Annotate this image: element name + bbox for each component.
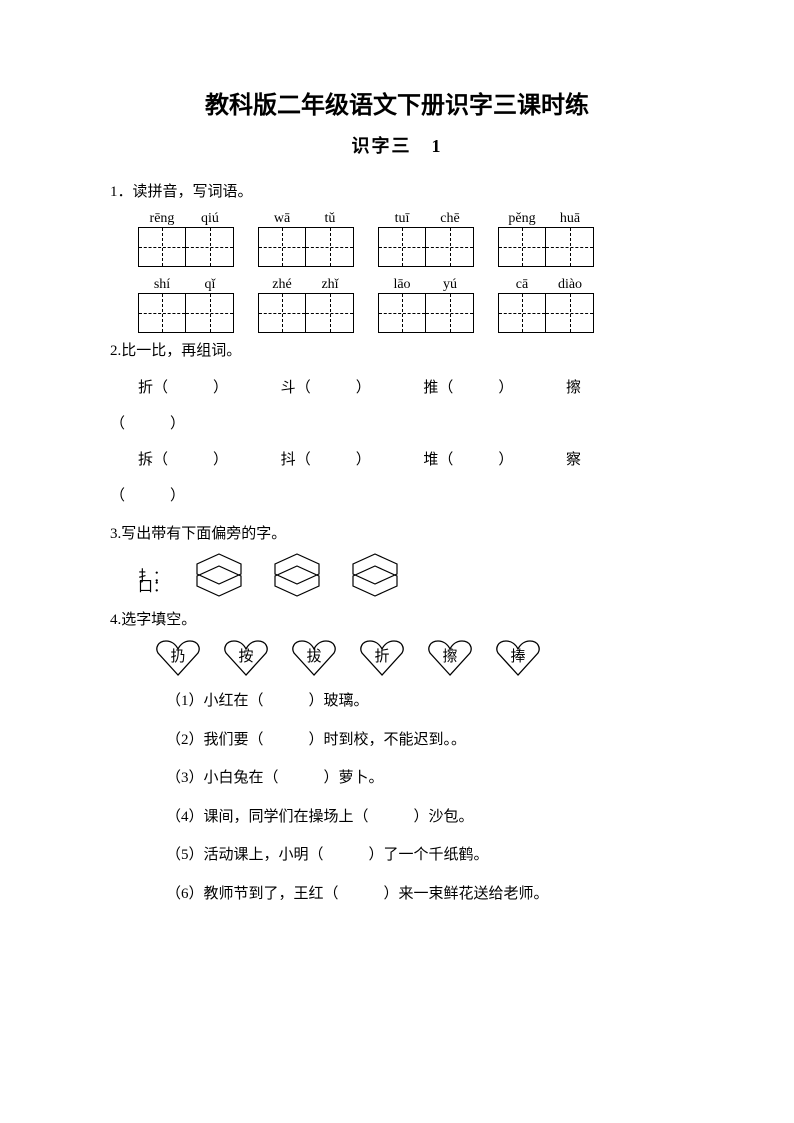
tianzi-box[interactable] xyxy=(258,293,306,333)
q4-item: （5）活动课上，小明（ ）了一个千纸鹤。 xyxy=(166,841,684,870)
tianzi-box[interactable] xyxy=(426,293,474,333)
choice-char: 拔 xyxy=(290,645,338,666)
choice-char: 捧 xyxy=(494,645,542,666)
tianzi-box[interactable] xyxy=(258,227,306,267)
cmp-char: 推 xyxy=(423,380,438,396)
cmp-char: 抖 xyxy=(281,452,296,468)
tianzi-box[interactable] xyxy=(306,227,354,267)
worksheet-page: 教科版二年级语文下册识字三课时练 识字三 1 1．读拼音，写词语。 rēngqi… xyxy=(0,0,794,958)
heart-choice: 擦 xyxy=(426,639,474,677)
cmp-char: 折 xyxy=(138,380,153,396)
q4-item: （6）教师节到了，王红（ ）来一束鲜花送给老师。 xyxy=(166,880,684,909)
cmp-char: 拆 xyxy=(138,452,153,468)
pinyin: zhé xyxy=(258,277,306,293)
heart-choice: 捧 xyxy=(494,639,542,677)
choice-char: 扔 xyxy=(154,645,202,666)
pinyin: wā xyxy=(258,211,306,227)
tianzi-box[interactable] xyxy=(306,293,354,333)
pinyin: huā xyxy=(546,211,594,227)
choice-char: 擦 xyxy=(426,645,474,666)
heart-choice: 拔 xyxy=(290,639,338,677)
tianzi-box[interactable] xyxy=(498,293,546,333)
pinyin: lāo xyxy=(378,277,426,293)
pinyin: qiú xyxy=(186,211,234,227)
pinyin-group: pěnghuā xyxy=(498,211,594,267)
q1-row1: rēngqiú wātǔ tuīchē pěnghuā xyxy=(138,211,684,267)
tianzi-box[interactable] xyxy=(498,227,546,267)
heart-choice: 按 xyxy=(222,639,270,677)
q1-label: 1．读拼音，写词语。 xyxy=(110,180,684,201)
page-subtitle: 识字三 1 xyxy=(110,132,684,158)
tianzi-box[interactable] xyxy=(546,293,594,333)
choice-char: 按 xyxy=(222,645,270,666)
hexagon-pair-icon xyxy=(348,553,402,597)
q2-label: 2.比一比，再组词。 xyxy=(110,339,684,360)
pinyin: yú xyxy=(426,277,474,293)
q2-block: 折（ ） 斗（ ） 推（ ） 擦 （ ） 拆（ ） 抖（ ） 堆（ ） 察 （ … xyxy=(110,370,684,514)
pinyin: cā xyxy=(498,277,546,293)
pinyin: diào xyxy=(546,277,594,293)
pinyin-group: cādiào xyxy=(498,277,594,333)
q4-item: （1）小红在（ ）玻璃。 xyxy=(166,687,684,716)
pinyin: rēng xyxy=(138,211,186,227)
tianzi-box[interactable] xyxy=(138,227,186,267)
cmp-char: 擦 xyxy=(566,380,581,396)
q4-item: （2）我们要（ ）时到校，不能迟到。。 xyxy=(166,726,684,755)
tianzi-box[interactable] xyxy=(378,293,426,333)
tianzi-box[interactable] xyxy=(426,227,474,267)
q1-row2: shíqǐ zhézhǐ lāoyú cādiào xyxy=(138,277,684,333)
pinyin: tǔ xyxy=(306,211,354,227)
heart-choice: 折 xyxy=(358,639,406,677)
pinyin: shí xyxy=(138,277,186,293)
radical-label: 口： xyxy=(138,575,168,596)
hexagon-pair-icon xyxy=(270,553,324,597)
pinyin-group: shíqǐ xyxy=(138,277,234,333)
q4-choices: 扔 按 拔 折 擦 捧 xyxy=(154,639,684,677)
pinyin-group: rēngqiú xyxy=(138,211,234,267)
q4-item: （4）课间，同学们在操场上（ ）沙包。 xyxy=(166,803,684,832)
q4-label: 4.选字填空。 xyxy=(110,608,684,629)
page-title: 教科版二年级语文下册识字三课时练 xyxy=(110,85,684,120)
q4-item: （3）小白兔在（ ）萝卜。 xyxy=(166,764,684,793)
pinyin-group: tuīchē xyxy=(378,211,474,267)
pinyin: tuī xyxy=(378,211,426,227)
tianzi-box[interactable] xyxy=(138,293,186,333)
heart-choice: 扔 xyxy=(154,639,202,677)
tianzi-box[interactable] xyxy=(378,227,426,267)
cmp-char: 察 xyxy=(566,452,581,468)
tianzi-box[interactable] xyxy=(186,293,234,333)
pinyin: qǐ xyxy=(186,277,234,293)
tianzi-box[interactable] xyxy=(546,227,594,267)
tianzi-box[interactable] xyxy=(186,227,234,267)
cmp-char: 斗 xyxy=(281,380,296,396)
pinyin: zhǐ xyxy=(306,277,354,293)
pinyin-group: wātǔ xyxy=(258,211,354,267)
hexagon-pair-icon xyxy=(192,553,246,597)
pinyin: chē xyxy=(426,211,474,227)
pinyin-group: lāoyú xyxy=(378,277,474,333)
pinyin-group: zhézhǐ xyxy=(258,277,354,333)
pinyin: pěng xyxy=(498,211,546,227)
cmp-char: 堆 xyxy=(423,452,438,468)
q3-label: 3.写出带有下面偏旁的字。 xyxy=(110,522,684,543)
choice-char: 折 xyxy=(358,645,406,666)
